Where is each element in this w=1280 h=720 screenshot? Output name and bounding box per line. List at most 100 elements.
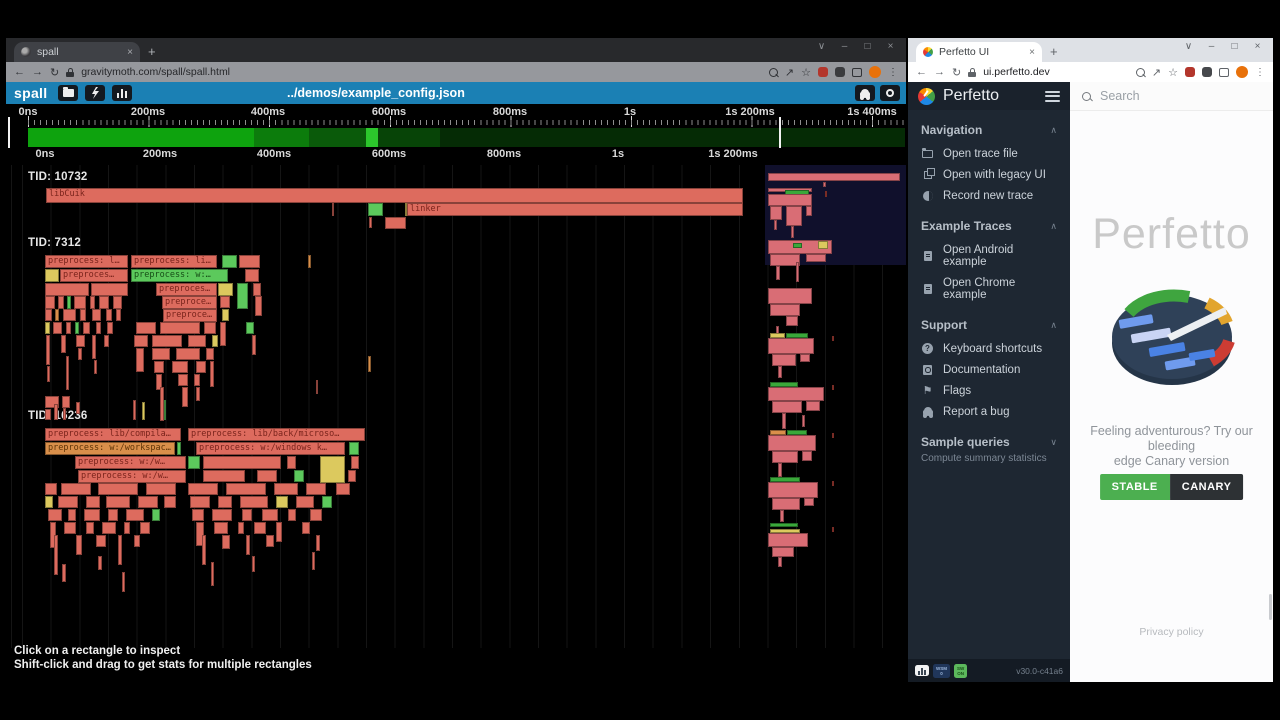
- activity-heatbar[interactable]: [6, 128, 906, 147]
- new-tab-button[interactable]: +: [1050, 44, 1058, 59]
- flame-block[interactable]: [220, 322, 226, 346]
- flame-block[interactable]: [182, 387, 188, 407]
- flame-block[interactable]: [68, 509, 76, 521]
- flame-block[interactable]: preproce…: [162, 296, 217, 309]
- flame-block[interactable]: [146, 483, 176, 495]
- search-bar[interactable]: Search: [1070, 82, 1273, 111]
- flame-block[interactable]: [226, 483, 266, 495]
- flame-block[interactable]: [54, 535, 58, 575]
- flame-block[interactable]: libCuik: [46, 188, 743, 203]
- flame-block[interactable]: [45, 309, 52, 321]
- sidebar-item-open-trace-file[interactable]: Open trace file: [908, 143, 1070, 164]
- flame-block[interactable]: [116, 309, 121, 321]
- flame-block[interactable]: [74, 296, 86, 309]
- flame-block[interactable]: [210, 361, 214, 387]
- flame-block[interactable]: [45, 322, 50, 334]
- maximize-icon[interactable]: □: [856, 41, 879, 52]
- flame-block[interactable]: [94, 360, 97, 374]
- flame-block[interactable]: [64, 522, 76, 534]
- flame-block[interactable]: [254, 522, 266, 534]
- flame-block[interactable]: [245, 269, 259, 282]
- flame-block[interactable]: [76, 402, 80, 414]
- flame-block[interactable]: [252, 556, 255, 572]
- back-icon[interactable]: ←: [14, 66, 25, 78]
- tab-spall[interactable]: spall ×: [14, 42, 140, 62]
- flame-block[interactable]: preprocess: lib/compila…: [45, 428, 181, 441]
- flame-block[interactable]: [76, 535, 82, 555]
- flame-block[interactable]: [239, 255, 260, 268]
- flame-block[interactable]: [118, 535, 122, 565]
- profile-avatar[interactable]: [1236, 66, 1248, 78]
- extension-icon[interactable]: [818, 67, 828, 77]
- flame-block[interactable]: [368, 356, 371, 372]
- flame-block[interactable]: [84, 509, 100, 521]
- flame-block[interactable]: [320, 456, 345, 483]
- flame-block[interactable]: [255, 296, 262, 316]
- flame-block[interactable]: [316, 380, 318, 394]
- flame-block[interactable]: [242, 509, 252, 521]
- sidebar-item-documentation[interactable]: Documentation: [908, 359, 1070, 380]
- flame-block[interactable]: [246, 322, 254, 334]
- flame-block[interactable]: [99, 296, 109, 309]
- flame-block[interactable]: [288, 509, 296, 521]
- flame-block[interactable]: preprocess: w:/workspac…: [45, 442, 175, 455]
- flame-block[interactable]: [75, 322, 79, 334]
- flame-block[interactable]: [66, 356, 69, 390]
- viewport-cursor[interactable]: [8, 117, 10, 148]
- flame-block[interactable]: [276, 496, 288, 508]
- flame-block[interactable]: [62, 564, 66, 582]
- flame-block[interactable]: [262, 509, 278, 521]
- flame-block[interactable]: [63, 408, 66, 420]
- flame-block[interactable]: [107, 322, 113, 334]
- tab-close-icon[interactable]: ×: [127, 47, 133, 58]
- trace-canvas[interactable]: 0ns200ms400ms600ms800ms1s1s 200ms1s 400m…: [6, 104, 906, 682]
- flame-block[interactable]: [67, 296, 71, 309]
- flame-block[interactable]: preproce…: [163, 309, 217, 322]
- maximize-icon[interactable]: □: [1223, 41, 1246, 52]
- minimize-icon[interactable]: –: [833, 41, 856, 52]
- new-tab-button[interactable]: +: [148, 44, 156, 59]
- flame-block[interactable]: [152, 335, 182, 347]
- flame-block[interactable]: [61, 483, 91, 495]
- flame-block[interactable]: [63, 309, 76, 321]
- flame-block[interactable]: [92, 335, 96, 359]
- flame-block[interactable]: [106, 496, 130, 508]
- window-controls[interactable]: ∨–□×: [1177, 41, 1269, 52]
- flame-block[interactable]: [172, 361, 188, 373]
- flame-block[interactable]: [252, 335, 256, 355]
- reload-icon[interactable]: ↻: [50, 66, 59, 79]
- flame-block[interactable]: [188, 335, 206, 347]
- flame-block[interactable]: preprocess: w:/w…: [75, 456, 186, 469]
- bookmark-icon[interactable]: ☆: [801, 66, 811, 79]
- tab-perfetto[interactable]: Perfetto UI ×: [916, 42, 1042, 62]
- debug-button[interactable]: [855, 85, 875, 101]
- flame-block[interactable]: [113, 296, 122, 309]
- flame-block[interactable]: [86, 522, 94, 534]
- flame-block[interactable]: [302, 522, 310, 534]
- viewport-cursor[interactable]: [779, 117, 781, 148]
- minimize-icon[interactable]: –: [1200, 41, 1223, 52]
- flame-block[interactable]: [54, 404, 58, 420]
- sidebar-item-record-new-trace[interactable]: Record new trace: [908, 185, 1070, 206]
- chevron-up-icon[interactable]: ∧: [1050, 221, 1057, 232]
- flame-block[interactable]: [96, 322, 101, 334]
- chevron-up-icon[interactable]: ∧: [1050, 125, 1057, 136]
- flame-block[interactable]: [348, 470, 356, 482]
- flame-block[interactable]: [246, 535, 250, 555]
- sidebar-item-open-chrome-example[interactable]: Open Chrome example: [908, 272, 1070, 305]
- flame-block[interactable]: [136, 322, 156, 334]
- menu-icon[interactable]: ⋮: [888, 67, 898, 78]
- flame-block[interactable]: [222, 255, 237, 268]
- flame-block[interactable]: [287, 456, 296, 469]
- flame-block[interactable]: [214, 522, 228, 534]
- flame-block[interactable]: [55, 309, 59, 321]
- profile-avatar[interactable]: [869, 66, 881, 78]
- flame-block[interactable]: [46, 335, 50, 365]
- tab-close-icon[interactable]: ×: [1029, 47, 1035, 58]
- restore-down-icon[interactable]: ∨: [810, 41, 833, 52]
- flame-block[interactable]: [274, 483, 298, 495]
- flame-block[interactable]: preprocess: lib/back/microso…: [188, 428, 365, 441]
- flame-block[interactable]: [203, 456, 281, 469]
- flame-block[interactable]: [306, 483, 326, 495]
- reload-icon[interactable]: ↻: [952, 66, 961, 79]
